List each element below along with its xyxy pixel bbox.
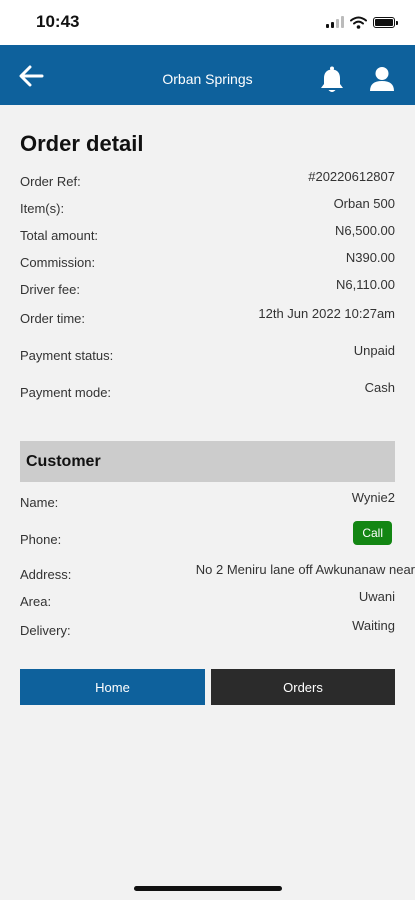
order-ref-value: #20220612807 <box>308 169 395 184</box>
user-icon <box>370 67 394 91</box>
customer-address-row: Address: No 2 Meniru lane off Awkunanaw … <box>20 562 415 582</box>
app-bar: Orban Springs <box>0 45 415 105</box>
page-header-title: Orban Springs <box>162 71 253 87</box>
payment-status-value: Unpaid <box>353 343 395 358</box>
commission-value: N390.00 <box>345 250 395 265</box>
customer-area-value: Uwani <box>358 589 395 604</box>
customer-name-row: Name: Wynie2 <box>20 490 395 510</box>
driver-fee-label: Driver fee: <box>20 282 80 297</box>
customer-section-title: Customer <box>26 453 101 470</box>
payment-mode-row: Payment mode: Cash <box>20 380 395 400</box>
payment-status-row: Payment status: Unpaid <box>20 343 395 363</box>
customer-section-header: Customer <box>20 441 395 482</box>
items-label: Item(s): <box>20 201 65 216</box>
driver-fee-value: N6,110.00 <box>335 277 395 292</box>
commission-row: Commission: N390.00 <box>20 250 395 270</box>
customer-area-label: Area: <box>20 594 52 609</box>
customer-area-row: Area: Uwani <box>20 589 395 609</box>
status-time: 10:43 <box>36 12 80 31</box>
commission-label: Commission: <box>20 255 96 270</box>
customer-phone-label: Phone: <box>20 532 62 547</box>
customer-address-label: Address: <box>20 567 72 582</box>
payment-mode-label: Payment mode: <box>20 385 112 400</box>
items-value: Orban 500 <box>333 196 395 211</box>
order-time-row: Order time: 12th Jun 2022 10:27am <box>20 306 395 326</box>
page-title: Order detail <box>20 131 144 156</box>
customer-phone-row: Phone: Call <box>20 521 395 547</box>
status-icons <box>326 14 398 30</box>
customer-name-label: Name: <box>20 495 59 510</box>
signal-icon <box>326 16 344 28</box>
payment-mode-value: Cash <box>364 380 395 395</box>
home-indicator <box>134 886 282 891</box>
order-time-value: 12th Jun 2022 10:27am <box>258 306 395 321</box>
order-ref-label: Order Ref: <box>20 174 81 189</box>
total-amount-label: Total amount: <box>20 228 99 243</box>
customer-name-value: Wynie2 <box>351 490 395 505</box>
home-button[interactable]: Home <box>20 669 205 705</box>
call-button[interactable]: Call <box>353 521 392 545</box>
order-time-label: Order time: <box>20 311 86 326</box>
wifi-icon <box>350 16 367 29</box>
payment-status-label: Payment status: <box>20 348 114 363</box>
total-amount-value: N6,500.00 <box>335 223 395 238</box>
customer-delivery-row: Delivery: Waiting <box>20 618 395 638</box>
customer-delivery-label: Delivery: <box>20 623 71 638</box>
bell-icon <box>321 66 343 92</box>
customer-address-value: No 2 Meniru lane off Awkunanaw near <box>195 562 415 577</box>
total-amount-row: Total amount: N6,500.00 <box>20 223 395 243</box>
status-bar: 10:43 <box>0 0 415 45</box>
profile-button[interactable] <box>366 65 398 95</box>
battery-icon <box>373 16 398 28</box>
items-row: Item(s): Orban 500 <box>20 196 395 216</box>
notifications-button[interactable] <box>318 65 346 95</box>
orders-button[interactable]: Orders <box>211 669 395 705</box>
order-ref-row: Order Ref: #20220612807 <box>20 169 395 189</box>
driver-fee-row: Driver fee: N6,110.00 <box>20 277 395 297</box>
customer-delivery-value: Waiting <box>352 618 395 633</box>
